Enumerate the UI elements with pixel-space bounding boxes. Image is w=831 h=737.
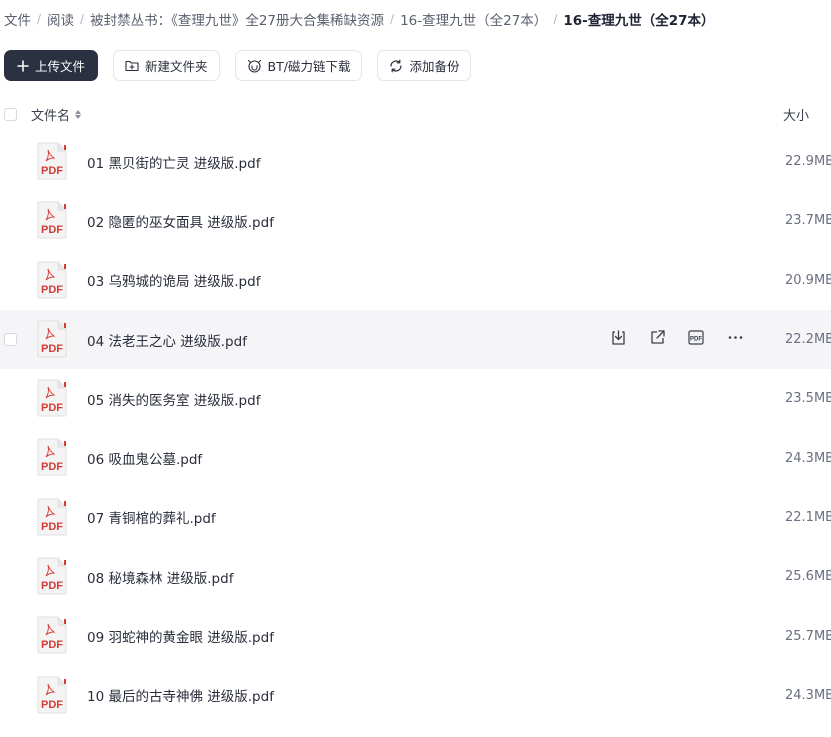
pdf-file-icon: PDF — [36, 201, 68, 239]
file-size: 23.7MB — [785, 213, 831, 229]
upload-file-label: 上传文件 — [35, 59, 86, 74]
add-backup-label: 添加备份 — [409, 59, 460, 74]
file-row[interactable]: PDF 05 消失的医务室 进级版.pdf PDF 23.5MB — [0, 369, 831, 428]
filename-column-header[interactable]: 文件名 — [31, 105, 82, 124]
pdf-file-icon: PDF — [36, 557, 68, 595]
breadcrumb-separator: / — [553, 12, 558, 26]
svg-text:PDF: PDF — [41, 461, 63, 473]
file-name[interactable]: 07 青铜棺的葬礼.pdf — [87, 507, 216, 527]
breadcrumb-item-collection[interactable]: 被封禁丛书：《查理九世》全27册大合集稀缺资源 — [90, 9, 384, 29]
svg-text:PDF: PDF — [41, 224, 63, 236]
file-size: 22.9MB — [785, 154, 831, 170]
svg-text:PDF: PDF — [41, 402, 63, 414]
file-size: 23.5MB — [785, 391, 831, 407]
breadcrumb: 文件 / 阅读 / 被封禁丛书：《查理九世》全27册大合集稀缺资源 / 16-查… — [4, 8, 715, 30]
pdf-file-icon: PDF — [36, 616, 68, 654]
file-name[interactable]: 03 乌鸦城的诡局 进级版.pdf — [87, 270, 260, 290]
file-row[interactable]: PDF 03 乌鸦城的诡局 进级版.pdf PDF 20.9MB — [0, 251, 831, 310]
file-row[interactable]: PDF 08 秘境森林 进级版.pdf PDF 25.6MB — [0, 547, 831, 606]
file-name[interactable]: 06 吸血鬼公墓.pdf — [87, 448, 202, 468]
svg-text:PDF: PDF — [41, 284, 63, 296]
share-icon[interactable] — [648, 329, 666, 347]
bt-magnet-download-button[interactable]: BT/磁力链下载 — [234, 50, 363, 81]
file-name[interactable]: 04 法老王之心 进级版.pdf — [87, 330, 247, 350]
new-folder-button[interactable]: 新建文件夹 — [113, 50, 220, 81]
file-size: 25.6MB — [785, 569, 831, 585]
file-name[interactable]: 09 羽蛇神的黄金眼 进级版.pdf — [87, 626, 274, 646]
file-row[interactable]: PDF 07 青铜棺的葬礼.pdf PDF 22.1MB — [0, 488, 831, 547]
file-row[interactable]: PDF 02 隐匿的巫女面具 进级版.pdf PDF 23.7MB — [0, 191, 831, 250]
download-icon[interactable] — [609, 329, 627, 347]
pdf-file-icon: PDF — [36, 676, 68, 714]
pdf-file-icon: PDF — [36, 498, 68, 536]
svg-text:PDF: PDF — [41, 699, 63, 711]
file-name[interactable]: 08 秘境森林 进级版.pdf — [87, 567, 233, 587]
breadcrumb-separator: / — [390, 12, 395, 26]
file-row[interactable]: PDF 10 最后的古寺神佛 进级版.pdf PDF 24.3MB — [0, 666, 831, 725]
file-name[interactable]: 05 消失的医务室 进级版.pdf — [87, 389, 260, 409]
file-size: 25.7MB — [785, 628, 831, 644]
breadcrumb-item-files[interactable]: 文件 — [4, 9, 31, 29]
file-size: 20.9MB — [785, 272, 831, 288]
size-column-header: 大小 — [783, 108, 810, 124]
plus-icon — [17, 59, 29, 72]
file-size: 24.3MB — [785, 450, 831, 466]
pdf-file-icon: PDF — [36, 379, 68, 417]
breadcrumb-item-reading[interactable]: 阅读 — [47, 9, 74, 29]
pdf-file-icon: PDF — [36, 142, 68, 180]
new-folder-label: 新建文件夹 — [145, 59, 208, 74]
file-row[interactable]: PDF 04 法老王之心 进级版.pdf PDF 22.2MB — [0, 309, 831, 370]
breadcrumb-separator: / — [37, 12, 42, 26]
svg-text:PDF: PDF — [41, 165, 63, 177]
file-name[interactable]: 01 黑贝街的亡灵 进级版.pdf — [87, 152, 260, 172]
file-name[interactable]: 02 隐匿的巫女面具 进级版.pdf — [87, 211, 274, 231]
sort-icon — [75, 109, 82, 119]
filename-column-label: 文件名 — [31, 108, 71, 124]
breadcrumb-item-current: 16-查理九世（全27本） — [563, 13, 715, 29]
magnet-icon — [247, 59, 262, 73]
file-row[interactable]: PDF 06 吸血鬼公墓.pdf PDF 24.3MB — [0, 428, 831, 487]
row-actions: PDF — [609, 329, 744, 347]
select-all-checkbox[interactable] — [4, 107, 17, 121]
add-backup-button[interactable]: 添加备份 — [377, 50, 472, 81]
breadcrumb-item-parent-folder[interactable]: 16-查理九世（全27本） — [400, 9, 547, 29]
sync-icon — [389, 59, 403, 73]
svg-text:PDF: PDF — [41, 521, 63, 533]
file-row-checkbox[interactable] — [4, 332, 17, 346]
pdf-file-icon: PDF — [36, 320, 68, 358]
svg-text:PDF: PDF — [41, 639, 63, 651]
file-list: PDF 01 黑贝街的亡灵 进级版.pdf PDF 22.9MB — [0, 132, 831, 725]
svg-text:PDF: PDF — [690, 337, 702, 343]
breadcrumb-separator: / — [80, 12, 85, 26]
bt-magnet-download-label: BT/磁力链下载 — [267, 59, 351, 74]
pdf-tool-icon[interactable]: PDF — [687, 329, 705, 347]
pdf-file-icon: PDF — [36, 261, 68, 299]
file-size: 22.2MB — [785, 332, 831, 348]
toolbar: 上传文件 新建文件夹 BT/磁力链下载 添加备份 — [4, 50, 472, 81]
upload-file-button[interactable]: 上传文件 — [4, 50, 99, 81]
file-row[interactable]: PDF 01 黑贝街的亡灵 进级版.pdf PDF 22.9MB — [0, 132, 831, 191]
file-size: 24.3MB — [785, 687, 831, 703]
folder-plus-icon — [125, 59, 139, 72]
file-name[interactable]: 10 最后的古寺神佛 进级版.pdf — [87, 685, 274, 705]
svg-text:PDF: PDF — [41, 343, 63, 355]
file-row[interactable]: PDF 09 羽蛇神的黄金眼 进级版.pdf PDF 25.7MB — [0, 606, 831, 665]
pdf-file-icon: PDF — [36, 438, 68, 476]
file-size: 22.1MB — [785, 509, 831, 525]
file-list-header: 文件名 大小 — [0, 98, 831, 130]
more-icon[interactable] — [726, 329, 744, 347]
svg-text:PDF: PDF — [41, 580, 63, 592]
